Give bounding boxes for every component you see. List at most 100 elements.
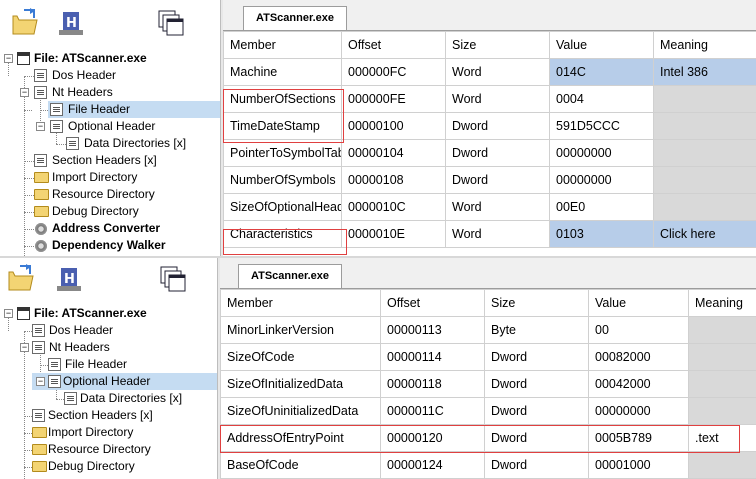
cell-member[interactable]: Characteristics — [223, 220, 342, 248]
cell-offset[interactable]: 0000010E — [341, 220, 446, 248]
cell-offset[interactable]: 00000100 — [341, 112, 446, 140]
cell-member[interactable]: BaseOfCode — [220, 451, 381, 479]
tree-node-debug-directory[interactable]: Debug Directory — [0, 203, 220, 220]
cell-size[interactable]: Dword — [484, 343, 589, 371]
table-row[interactable]: PointerToSymbolTable 00000104 Dword 0000… — [223, 139, 756, 167]
table-row[interactable]: SizeOfInitializedData 00000118 Dword 000… — [220, 370, 756, 398]
cell-member[interactable]: SizeOfCode — [220, 343, 381, 371]
tree-node-nt-headers[interactable]: − Nt Headers — [0, 84, 220, 101]
cell-value[interactable]: 00000000 — [549, 139, 654, 167]
cell-member[interactable]: NumberOfSymbols — [223, 166, 342, 194]
cell-value[interactable]: 0005B789 — [588, 424, 689, 452]
tab-file[interactable]: ATScanner.exe — [243, 6, 347, 30]
column-header-value[interactable]: Value — [588, 289, 689, 317]
table-row[interactable]: NumberOfSections 000000FE Word 0004 — [223, 85, 756, 113]
cell-member[interactable]: SizeOfOptionalHeader — [223, 193, 342, 221]
cell-size[interactable]: Word — [445, 85, 550, 113]
cell-value[interactable]: 0004 — [549, 85, 654, 113]
column-header-value[interactable]: Value — [549, 31, 654, 59]
tree-node-resource-directory[interactable]: Resource Directory — [0, 186, 220, 203]
cell-member[interactable]: SizeOfUninitializedData — [220, 397, 381, 425]
cell-member[interactable]: TimeDateStamp — [223, 112, 342, 140]
tree-node-optional-header[interactable]: − Optional Header — [0, 118, 220, 135]
cell-size[interactable]: Dword — [445, 139, 550, 167]
collapse-icon[interactable]: − — [20, 343, 29, 352]
open-file-icon[interactable] — [10, 6, 40, 40]
tree-node-address-converter[interactable]: Address Converter — [0, 220, 220, 237]
cell-offset[interactable]: 00000108 — [341, 166, 446, 194]
cell-offset[interactable]: 0000011C — [380, 397, 485, 425]
table-row[interactable]: NumberOfSymbols 00000108 Dword 00000000 — [223, 166, 756, 194]
cell-offset[interactable]: 00000120 — [380, 424, 485, 452]
cell-value[interactable]: 00000000 — [588, 397, 689, 425]
column-header-offset[interactable]: Offset — [380, 289, 485, 317]
table-row[interactable]: Characteristics 0000010E Word 0103 Click… — [223, 220, 756, 248]
cell-meaning[interactable]: .text — [688, 424, 756, 452]
cell-size[interactable]: Dword — [484, 370, 589, 398]
column-header-meaning[interactable]: Meaning — [653, 31, 756, 59]
collapse-icon[interactable]: − — [36, 377, 45, 386]
cell-size[interactable]: Dword — [484, 397, 589, 425]
open-file-icon[interactable] — [6, 262, 36, 296]
tree-node-nt-headers[interactable]: − Nt Headers — [0, 339, 217, 356]
tree-node-file-header[interactable]: File Header — [48, 101, 220, 118]
cell-value[interactable]: 0103 — [549, 220, 654, 248]
cell-offset[interactable]: 0000010C — [341, 193, 446, 221]
tree-node-optional-header[interactable]: − Optional Header — [32, 373, 217, 390]
tree-node-data-directories[interactable]: Data Directories [x] — [0, 390, 217, 407]
column-header-size[interactable]: Size — [484, 289, 589, 317]
table-row[interactable]: BaseOfCode 00000124 Dword 00001000 — [220, 451, 756, 479]
cell-size[interactable]: Word — [445, 193, 550, 221]
windows-icon[interactable] — [156, 8, 186, 42]
tree-node-debug-directory[interactable]: Debug Directory — [0, 458, 217, 475]
tree-node-file[interactable]: − File: ATScanner.exe — [0, 305, 217, 322]
tree-node-file[interactable]: − File: ATScanner.exe — [0, 50, 220, 67]
table-row[interactable]: MinorLinkerVersion 00000113 Byte 00 — [220, 316, 756, 344]
cell-value[interactable]: 014C — [549, 58, 654, 86]
cell-meaning[interactable]: Intel 386 — [653, 58, 756, 86]
cell-value[interactable]: 591D5CCC — [549, 112, 654, 140]
tree-node-data-directories[interactable]: Data Directories [x] — [0, 135, 220, 152]
column-header-member[interactable]: Member — [223, 31, 342, 59]
table-row[interactable]: Machine 000000FC Word 014C Intel 386 — [223, 58, 756, 86]
collapse-icon[interactable]: − — [20, 88, 29, 97]
cell-size[interactable]: Dword — [445, 112, 550, 140]
tree-node-import-directory[interactable]: Import Directory — [0, 169, 220, 186]
cell-member[interactable]: SizeOfInitializedData — [220, 370, 381, 398]
tree-node-dependency-walker[interactable]: Dependency Walker — [0, 237, 220, 254]
column-header-member[interactable]: Member — [220, 289, 381, 317]
windows-icon[interactable] — [158, 264, 188, 298]
cell-value[interactable]: 00082000 — [588, 343, 689, 371]
tree-node-dos-header[interactable]: Dos Header — [0, 67, 220, 84]
table-row[interactable]: SizeOfCode 00000114 Dword 00082000 — [220, 343, 756, 371]
table-row[interactable]: TimeDateStamp 00000100 Dword 591D5CCC — [223, 112, 756, 140]
cell-member[interactable]: PointerToSymbolTable — [223, 139, 342, 167]
cell-value[interactable]: 00E0 — [549, 193, 654, 221]
cell-size[interactable]: Dword — [484, 424, 589, 452]
tree-node-section-headers[interactable]: Section Headers [x] — [0, 152, 220, 169]
table-row[interactable]: AddressOfEntryPoint 00000120 Dword 0005B… — [220, 424, 756, 452]
collapse-icon[interactable]: − — [4, 54, 13, 63]
tree-node-import-directory[interactable]: Import Directory — [0, 424, 217, 441]
tree-node-file-header[interactable]: File Header — [0, 356, 217, 373]
cell-member[interactable]: NumberOfSections — [223, 85, 342, 113]
column-header-size[interactable]: Size — [445, 31, 550, 59]
cell-member[interactable]: MinorLinkerVersion — [220, 316, 381, 344]
cell-size[interactable]: Dword — [445, 166, 550, 194]
cell-value[interactable]: 00 — [588, 316, 689, 344]
collapse-icon[interactable]: − — [4, 309, 13, 318]
cell-offset[interactable]: 00000114 — [380, 343, 485, 371]
cell-value[interactable]: 00001000 — [588, 451, 689, 479]
column-header-offset[interactable]: Offset — [341, 31, 446, 59]
cell-size[interactable]: Word — [445, 220, 550, 248]
cell-member[interactable]: Machine — [223, 58, 342, 86]
cell-offset[interactable]: 00000104 — [341, 139, 446, 167]
save-disk-icon[interactable]: H — [54, 262, 84, 296]
tree-node-dos-header[interactable]: Dos Header — [0, 322, 217, 339]
cell-offset[interactable]: 00000124 — [380, 451, 485, 479]
collapse-icon[interactable]: − — [36, 122, 45, 131]
cell-member[interactable]: AddressOfEntryPoint — [220, 424, 381, 452]
cell-meaning[interactable]: Click here — [653, 220, 756, 248]
cell-offset[interactable]: 000000FE — [341, 85, 446, 113]
table-row[interactable]: SizeOfUninitializedData 0000011C Dword 0… — [220, 397, 756, 425]
